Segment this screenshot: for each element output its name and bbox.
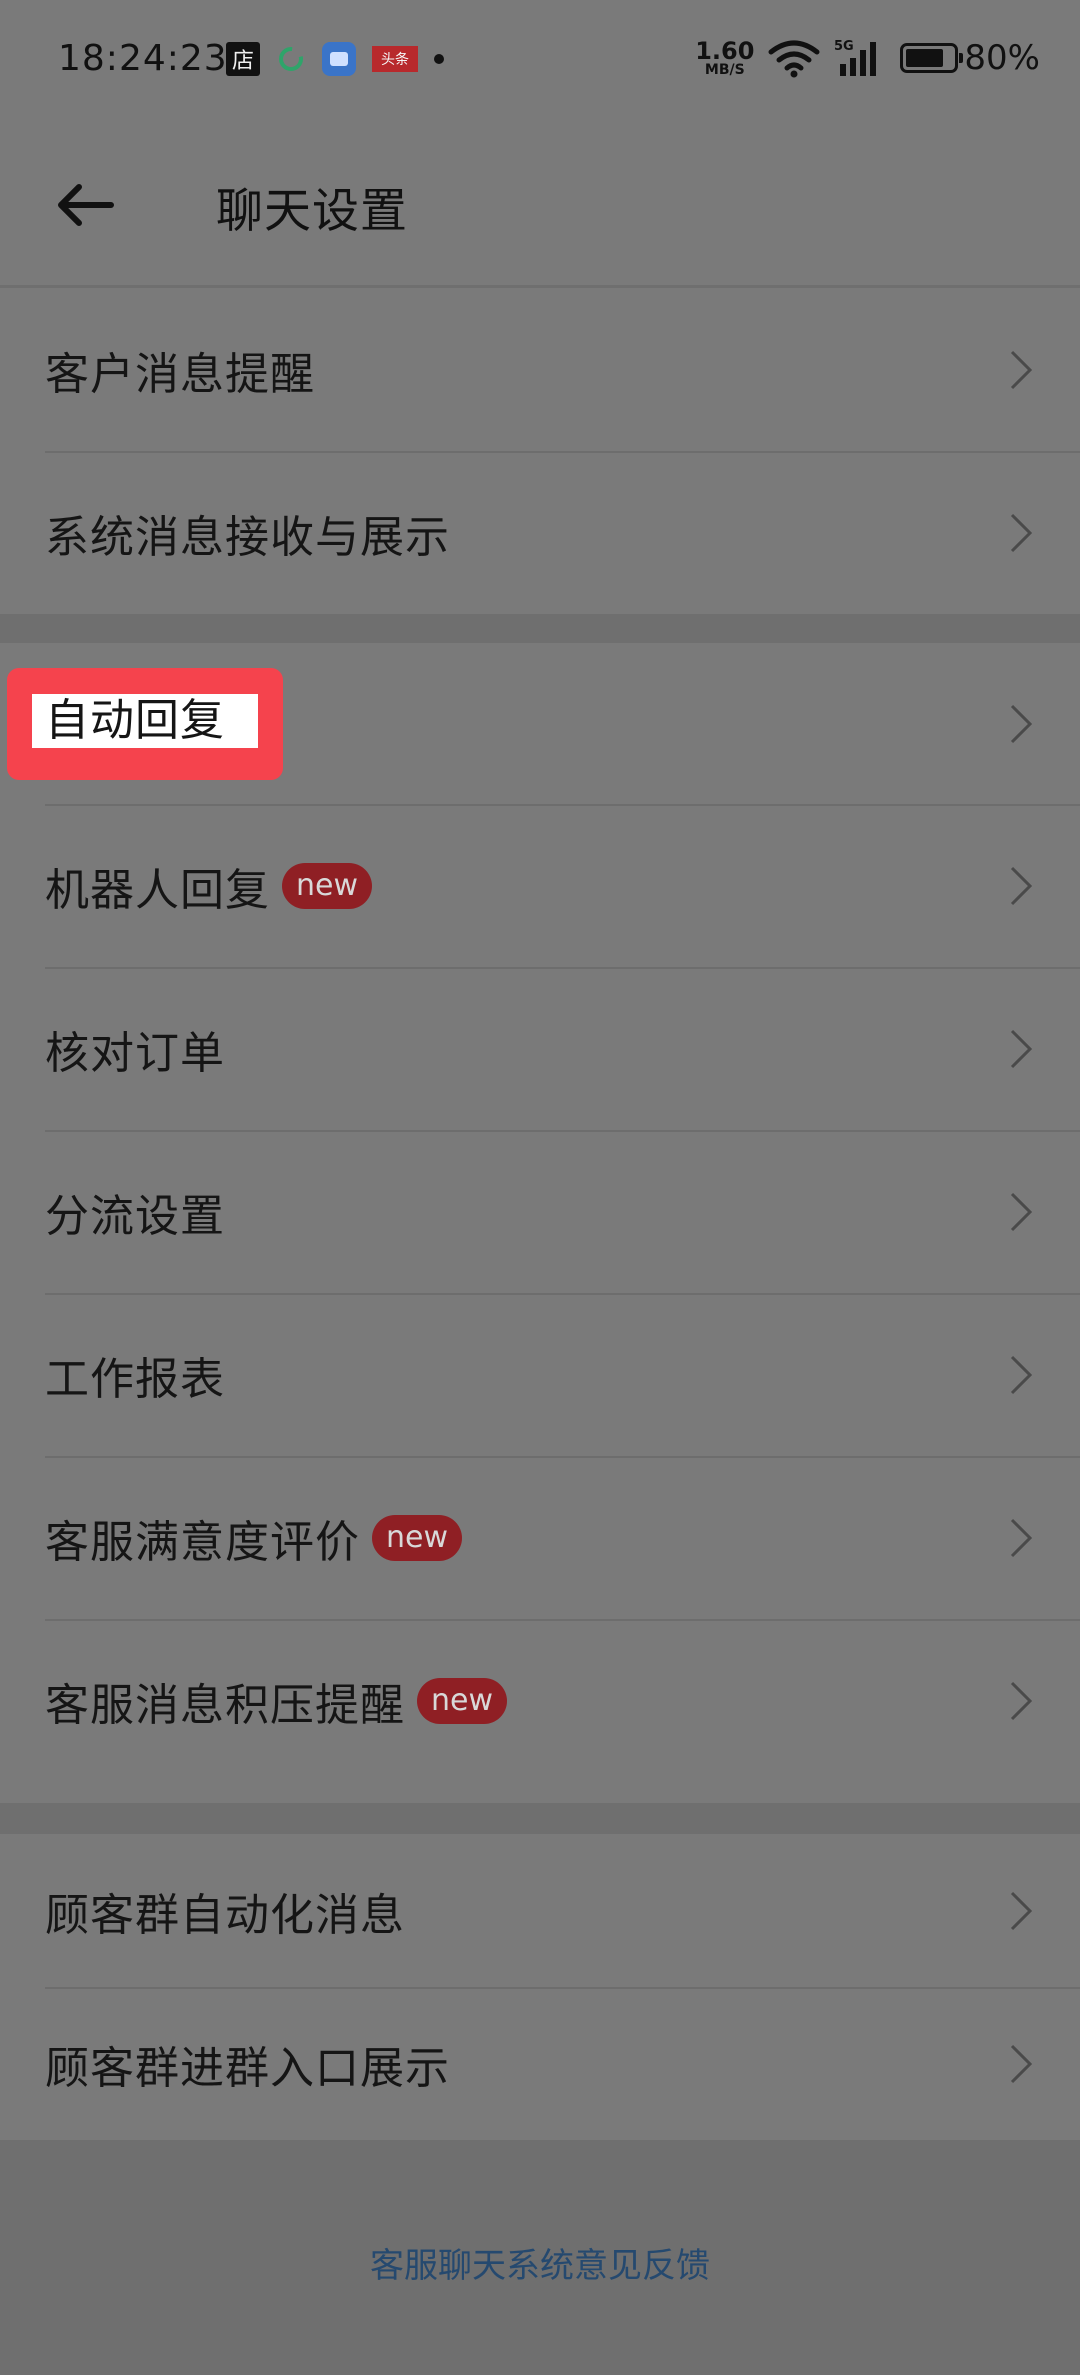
back-button[interactable] bbox=[40, 170, 130, 240]
network-speed-unit: MB/S bbox=[704, 62, 745, 78]
settings-item-label: 顾客群自动化消息 bbox=[45, 1889, 405, 1941]
settings-item-satisfaction-rating[interactable]: 客服满意度评价 new bbox=[0, 1456, 1080, 1619]
new-badge: new bbox=[372, 1514, 463, 1561]
battery: 80% bbox=[900, 38, 1040, 78]
settings-item-label: 客服消息积压提醒 bbox=[45, 1679, 405, 1731]
status-right: 1.60 MB/S 5G 80% bbox=[695, 38, 1040, 78]
settings-item-customer-message-reminder[interactable]: 客户消息提醒 bbox=[0, 288, 1080, 451]
settings-item-label: 顾客群进群入口展示 bbox=[45, 2042, 450, 2094]
settings-item-work-report[interactable]: 工作报表 bbox=[0, 1293, 1080, 1456]
chevron-right-icon bbox=[1010, 350, 1033, 389]
settings-item-label: 系统消息接收与展示 bbox=[45, 511, 450, 563]
arrow-left-icon bbox=[58, 184, 114, 226]
chevron-right-icon bbox=[1010, 704, 1033, 743]
status-app-icons: 店 头条 bbox=[226, 42, 444, 76]
settings-group-customer-groups: 顾客群自动化消息 顾客群进群入口展示 bbox=[0, 1834, 1080, 2140]
new-badge: new bbox=[417, 1677, 508, 1724]
settings-item-system-message[interactable]: 系统消息接收与展示 bbox=[0, 451, 1080, 614]
screen: 18:24:23 店 头条 1.60 MB/S 5G 80% 聊天设置 客户消息… bbox=[0, 0, 1080, 2375]
feedback-link[interactable]: 客服聊天系统意见反馈 bbox=[0, 2238, 1080, 2287]
settings-item-label: 客户消息提醒 bbox=[45, 348, 315, 400]
battery-icon bbox=[900, 43, 964, 73]
notification-dot-icon bbox=[434, 54, 444, 64]
network-speed-value: 1.60 bbox=[695, 37, 755, 65]
chevron-right-icon bbox=[1010, 1355, 1033, 1394]
settings-item-group-automation[interactable]: 顾客群自动化消息 bbox=[0, 1834, 1080, 1987]
chevron-right-icon bbox=[1010, 1029, 1033, 1068]
sync-icon bbox=[279, 47, 303, 71]
signal-type-label: 5G bbox=[834, 39, 854, 54]
settings-item-label: 核对订单 bbox=[45, 1027, 225, 1079]
settings-item-label: 客服满意度评价 bbox=[45, 1516, 360, 1568]
settings-item-label: 工作报表 bbox=[45, 1353, 225, 1405]
store-icon: 店 bbox=[226, 42, 260, 76]
auto-reply-highlighted-label[interactable]: 自动回复 bbox=[45, 694, 225, 748]
settings-group-notifications: 客户消息提醒 系统消息接收与展示 bbox=[0, 288, 1080, 614]
page-title: 聊天设置 bbox=[216, 184, 408, 239]
news-app-icon: 头条 bbox=[372, 46, 418, 72]
battery-fill bbox=[906, 49, 944, 67]
settings-group-service: 机器人回复 new 核对订单 分流设置 工作报表 客服满意度评价 new 客服消… bbox=[0, 643, 1080, 1803]
settings-item-group-entry-display[interactable]: 顾客群进群入口展示 bbox=[0, 1987, 1080, 2140]
new-badge: new bbox=[282, 862, 373, 909]
settings-item-traffic-routing[interactable]: 分流设置 bbox=[0, 1130, 1080, 1293]
chevron-right-icon bbox=[1010, 1192, 1033, 1231]
cellular-signal-icon: 5G bbox=[834, 39, 877, 76]
chevron-right-icon bbox=[1010, 1518, 1033, 1557]
chevron-right-icon bbox=[1010, 866, 1033, 905]
app-header: 聊天设置 bbox=[0, 125, 1080, 285]
settings-item-verify-order[interactable]: 核对订单 bbox=[0, 967, 1080, 1130]
chevron-right-icon bbox=[1010, 513, 1033, 552]
wifi-icon bbox=[768, 40, 820, 78]
status-time: 18:24:23 bbox=[58, 38, 228, 79]
chevron-right-icon bbox=[1010, 1891, 1033, 1930]
settings-item-label: 机器人回复 bbox=[45, 864, 270, 916]
chevron-right-icon bbox=[1010, 1681, 1033, 1720]
app-icon bbox=[322, 42, 356, 76]
settings-item-message-backlog-reminder[interactable]: 客服消息积压提醒 new bbox=[0, 1619, 1080, 1782]
status-bar: 18:24:23 店 头条 1.60 MB/S 5G 80% bbox=[0, 0, 1080, 125]
chevron-right-icon bbox=[1010, 2044, 1033, 2083]
settings-item-robot-reply[interactable]: 机器人回复 new bbox=[0, 804, 1080, 967]
battery-percent: 80% bbox=[964, 38, 1040, 78]
settings-item-label: 分流设置 bbox=[45, 1190, 225, 1242]
network-speed: 1.60 MB/S bbox=[695, 39, 754, 77]
